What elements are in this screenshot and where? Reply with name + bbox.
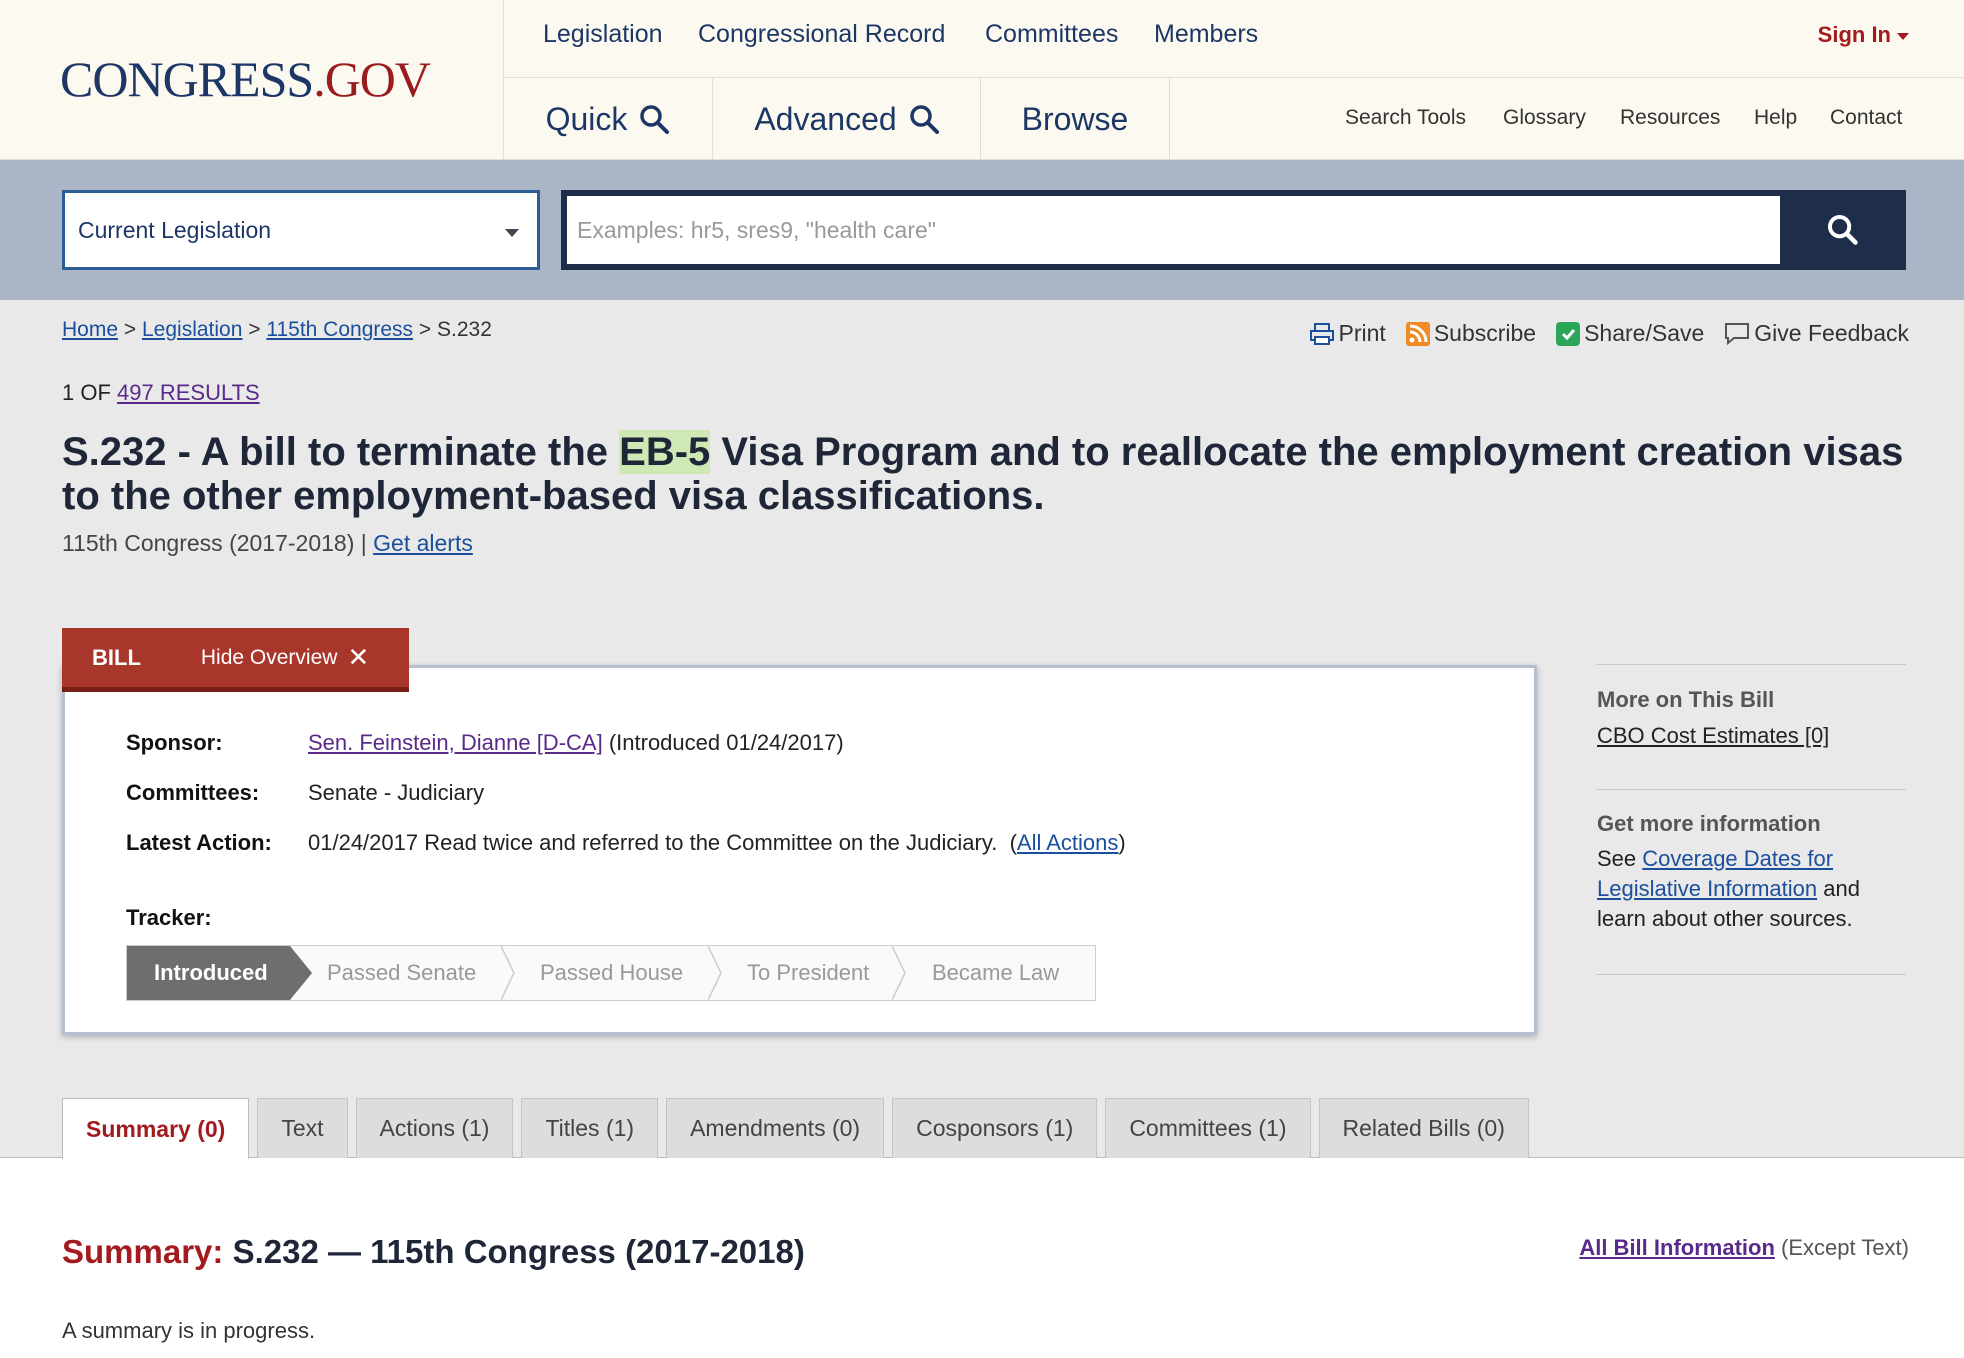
search-icon <box>909 105 939 134</box>
util-contact[interactable]: Contact <box>1830 106 1902 130</box>
tab-text[interactable]: Text <box>257 1098 348 1158</box>
tab-related-bills[interactable]: Related Bills (0) <box>1318 1098 1529 1158</box>
search-highlight: EB-5 <box>619 430 711 474</box>
nav-legislation[interactable]: Legislation <box>543 20 663 49</box>
nav-members[interactable]: Members <box>1154 20 1258 49</box>
tab-amendments[interactable]: Amendments (0) <box>666 1098 885 1158</box>
give-feedback-button[interactable]: Give Feedback <box>1724 320 1909 347</box>
tracker-step-passed-senate: Passed Senate <box>290 946 515 1000</box>
caret-down-icon <box>505 229 519 237</box>
tab-cosponsors[interactable]: Cosponsors (1) <box>892 1098 1098 1158</box>
close-icon[interactable]: ✕ <box>347 642 369 673</box>
search-scope-select[interactable]: Current Legislation <box>62 190 540 270</box>
sign-in-menu[interactable]: Sign In <box>1818 22 1909 48</box>
search-box <box>561 190 1906 270</box>
rss-icon <box>1405 321 1430 346</box>
share-save-button[interactable]: Share/Save <box>1556 320 1704 347</box>
committees-value: Senate - Judiciary <box>308 780 485 805</box>
search-icon <box>640 105 670 134</box>
search-submit-button[interactable] <box>1780 190 1906 270</box>
util-resources[interactable]: Resources <box>1620 106 1720 130</box>
committees-label: Committees: <box>126 780 260 805</box>
print-button[interactable]: Print <box>1309 320 1386 347</box>
all-actions-link[interactable]: All Actions <box>1017 830 1119 855</box>
search-input[interactable] <box>567 196 1780 264</box>
all-bill-info: All Bill Information (Except Text) <box>1579 1235 1909 1260</box>
more-on-bill-heading: More on This Bill <box>1597 687 1775 712</box>
tab-titles[interactable]: Titles (1) <box>521 1098 659 1158</box>
get-alerts-link[interactable]: Get alerts <box>373 530 473 556</box>
nav-committees[interactable]: Committees <box>985 20 1118 49</box>
tab-actions[interactable]: Actions (1) <box>355 1098 514 1158</box>
bill-tracker: Introduced Passed Senate Passed House To… <box>126 945 1096 1001</box>
tracker-step-introduced: Introduced <box>127 946 312 1000</box>
printer-icon <box>1309 322 1334 345</box>
breadcrumb-congress[interactable]: 115th Congress <box>266 318 413 341</box>
tracker-label: Tracker: <box>126 905 212 930</box>
results-link[interactable]: 497 RESULTS <box>117 380 260 405</box>
breadcrumb-legislation[interactable]: Legislation <box>142 318 242 341</box>
search-icon <box>1827 214 1858 245</box>
page-title: S.232 - A bill to terminate the EB-5 Vis… <box>62 430 1904 518</box>
page-toolbar: Print Subscribe Share/Save Give Feedback <box>1309 320 1909 347</box>
main-content: Home > Legislation > 115th Congress > S.… <box>0 300 1964 1159</box>
sidebar-divider <box>1596 664 1906 665</box>
speech-bubble-icon <box>1725 322 1750 345</box>
more-info-text: See Coverage Dates for Legislative Infor… <box>1597 846 1860 931</box>
breadcrumb-home[interactable]: Home <box>62 318 118 341</box>
nav-congressional-record[interactable]: Congressional Record <box>698 20 945 49</box>
breadcrumb: Home > Legislation > 115th Congress > S.… <box>62 318 492 341</box>
get-more-info-heading: Get more information <box>1597 811 1821 836</box>
breadcrumb-current: S.232 <box>437 318 492 341</box>
util-help[interactable]: Help <box>1754 106 1797 130</box>
bill-label: BILL <box>92 644 141 670</box>
tracker-step-passed-house: Passed House <box>503 946 722 1000</box>
results-counter: 1 OF 497 RESULTS <box>62 380 260 405</box>
search-bar: Current Legislation <box>0 160 1964 300</box>
tab-summary[interactable]: Summary (0) <box>62 1098 250 1159</box>
bill-overview-tab: BILL Hide Overview ✕ <box>62 628 409 692</box>
site-header: CONGRESS.GOV Legislation Congressional R… <box>0 0 1964 160</box>
tracker-step-became-law: Became Law <box>932 960 1060 985</box>
sidebar-divider <box>1596 789 1906 790</box>
util-glossary[interactable]: Glossary <box>1503 106 1586 130</box>
quick-search-button[interactable]: Quick <box>503 78 713 160</box>
util-search-tools[interactable]: Search Tools <box>1345 106 1466 130</box>
sponsor-link[interactable]: Sen. Feinstein, Dianne [D-CA] <box>308 730 603 755</box>
sponsor-label: Sponsor: <box>126 730 223 755</box>
tracker-step-to-president: To President <box>710 946 906 1000</box>
congress-gov-logo[interactable]: CONGRESS.GOV <box>60 50 431 108</box>
cbo-cost-estimates-link[interactable]: CBO Cost Estimates [0] <box>1597 721 1907 751</box>
caret-down-icon <box>1897 32 1909 40</box>
bill-congress: 115th Congress (2017-2018) | Get alerts <box>62 530 473 556</box>
latest-action-label: Latest Action: <box>126 830 272 855</box>
sidebar-divider <box>1596 974 1906 975</box>
subscribe-button[interactable]: Subscribe <box>1405 320 1536 347</box>
hide-overview-button[interactable]: Hide Overview <box>201 646 338 670</box>
share-icon <box>1556 321 1581 346</box>
advanced-search-button[interactable]: Advanced <box>713 78 981 160</box>
tab-committees[interactable]: Committees (1) <box>1105 1098 1311 1158</box>
all-bill-information-link[interactable]: All Bill Information <box>1579 1235 1775 1260</box>
summary-heading: Summary: S.232 — 115th Congress (2017-20… <box>62 1233 805 1270</box>
latest-action-value: 01/24/2017 Read twice and referred to th… <box>308 830 1126 855</box>
summary-text: A summary is in progress. <box>62 1318 316 1343</box>
bill-tabs: Summary (0) Text Actions (1) Titles (1) … <box>62 1098 1529 1159</box>
sponsor-value: Sen. Feinstein, Dianne [D-CA] (Introduce… <box>308 730 844 755</box>
browse-button[interactable]: Browse <box>981 78 1170 160</box>
